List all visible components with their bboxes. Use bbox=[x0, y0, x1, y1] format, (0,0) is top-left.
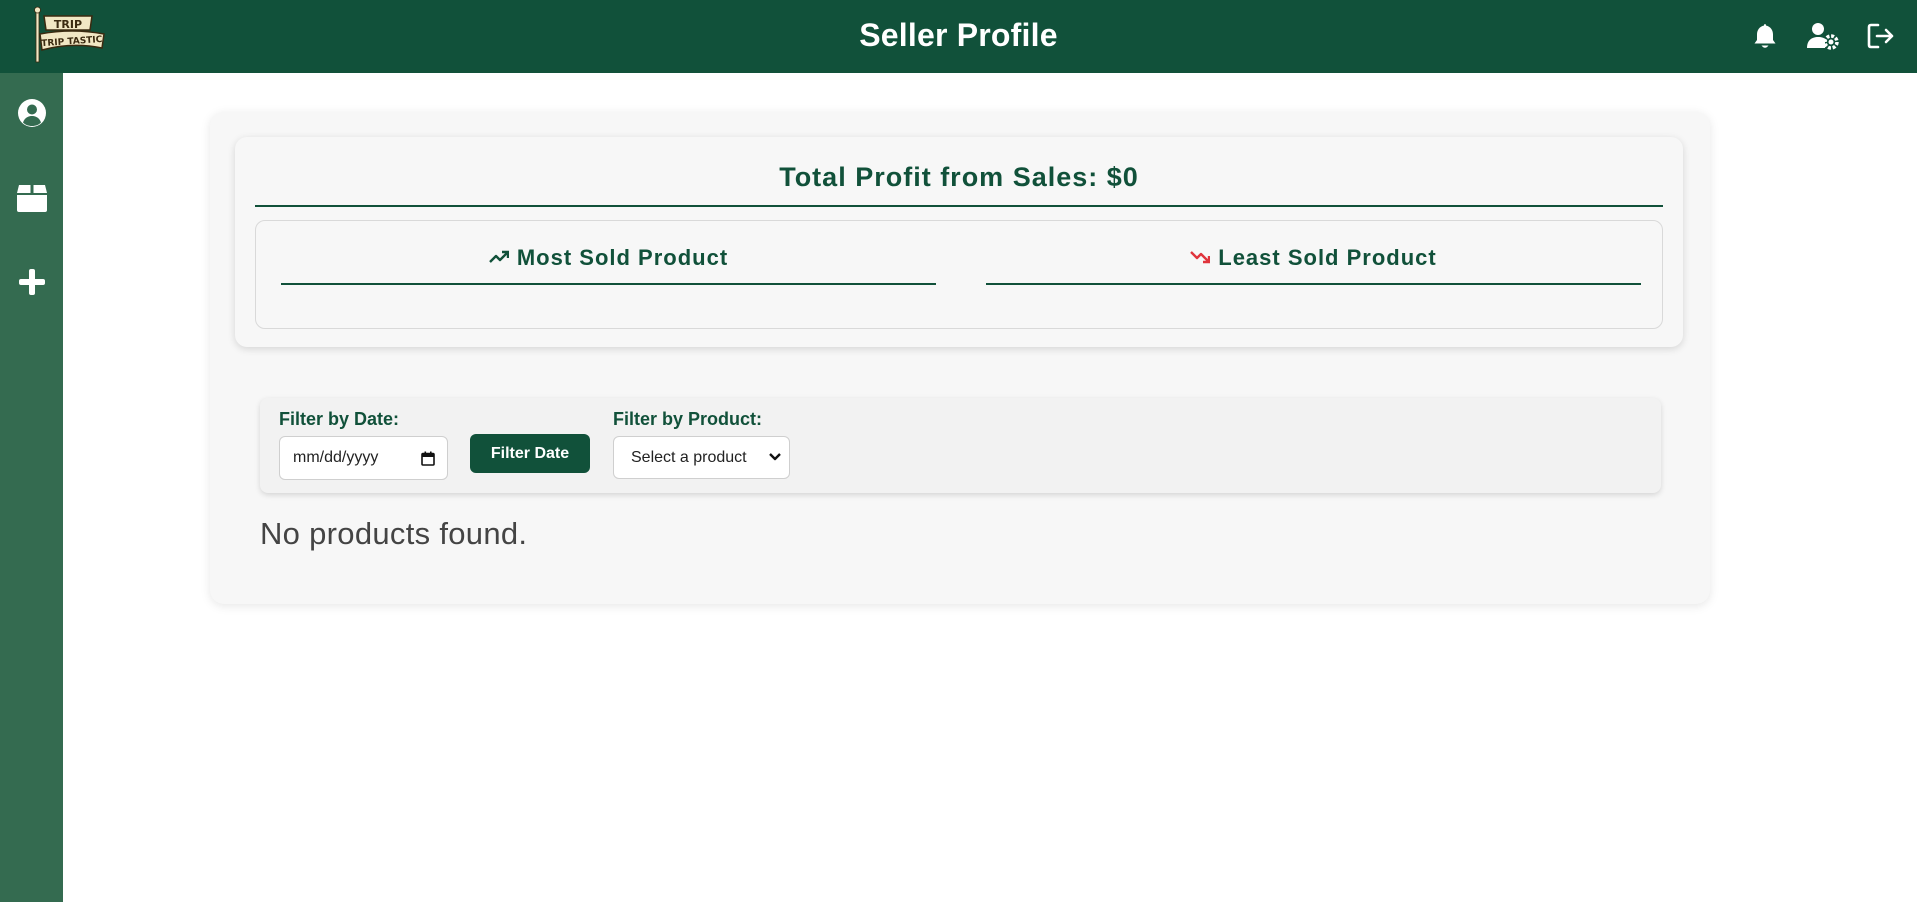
sales-stats-card: Total Profit from Sales: $0 Most Sold Pr… bbox=[235, 137, 1683, 347]
date-placeholder: mm/dd/yyyy bbox=[293, 449, 379, 466]
sidebar-item-products[interactable] bbox=[0, 173, 63, 223]
product-select-value: Select a product bbox=[631, 448, 747, 466]
user-circle-icon bbox=[17, 99, 46, 127]
logout-icon bbox=[1867, 23, 1894, 49]
top-header-bar: TRIP TRIP TASTIC Seller Profile bbox=[0, 0, 1917, 73]
trend-up-icon bbox=[488, 250, 509, 264]
most-sold-product-section: Most Sold Product bbox=[281, 243, 936, 285]
user-settings-icon bbox=[1807, 23, 1839, 50]
total-profit-heading: Total Profit from Sales: $0 bbox=[255, 155, 1663, 207]
product-filter-select[interactable]: Select a product bbox=[613, 436, 790, 479]
notifications-button[interactable] bbox=[1749, 20, 1781, 52]
sidebar-item-profile[interactable] bbox=[0, 88, 63, 138]
seller-dashboard-card: Total Profit from Sales: $0 Most Sold Pr… bbox=[210, 112, 1710, 604]
product-filter-label: Filter by Product: bbox=[613, 409, 763, 429]
most-sold-label: Most Sold Product bbox=[516, 245, 729, 270]
trend-down-icon bbox=[1190, 251, 1211, 264]
filter-date-button[interactable]: Filter Date bbox=[470, 434, 590, 473]
least-sold-product-section: Least Sold Product bbox=[986, 243, 1641, 285]
chevron-down-icon bbox=[769, 453, 781, 461]
calendar-icon[interactable] bbox=[421, 451, 435, 466]
empty-products-message: No products found. bbox=[260, 516, 528, 551]
account-settings-button[interactable] bbox=[1807, 20, 1839, 52]
header-actions bbox=[1749, 18, 1897, 54]
date-filter-label: Filter by Date: bbox=[279, 409, 400, 429]
least-sold-label: Least Sold Product bbox=[1218, 245, 1437, 270]
product-sales-summary: Most Sold Product Least Sold Product bbox=[255, 220, 1663, 329]
bell-icon bbox=[1754, 24, 1776, 48]
page-title: Seller Profile bbox=[859, 17, 1058, 53]
logout-button[interactable] bbox=[1865, 20, 1897, 52]
date-filter-input[interactable]: mm/dd/yyyy bbox=[279, 436, 448, 480]
plus-icon bbox=[18, 269, 45, 295]
sidebar bbox=[0, 73, 63, 902]
box-icon bbox=[16, 185, 47, 212]
sidebar-item-add-product[interactable] bbox=[0, 257, 63, 307]
filter-panel: Filter by Date: mm/dd/yyyy Filter Date F… bbox=[260, 398, 1661, 493]
